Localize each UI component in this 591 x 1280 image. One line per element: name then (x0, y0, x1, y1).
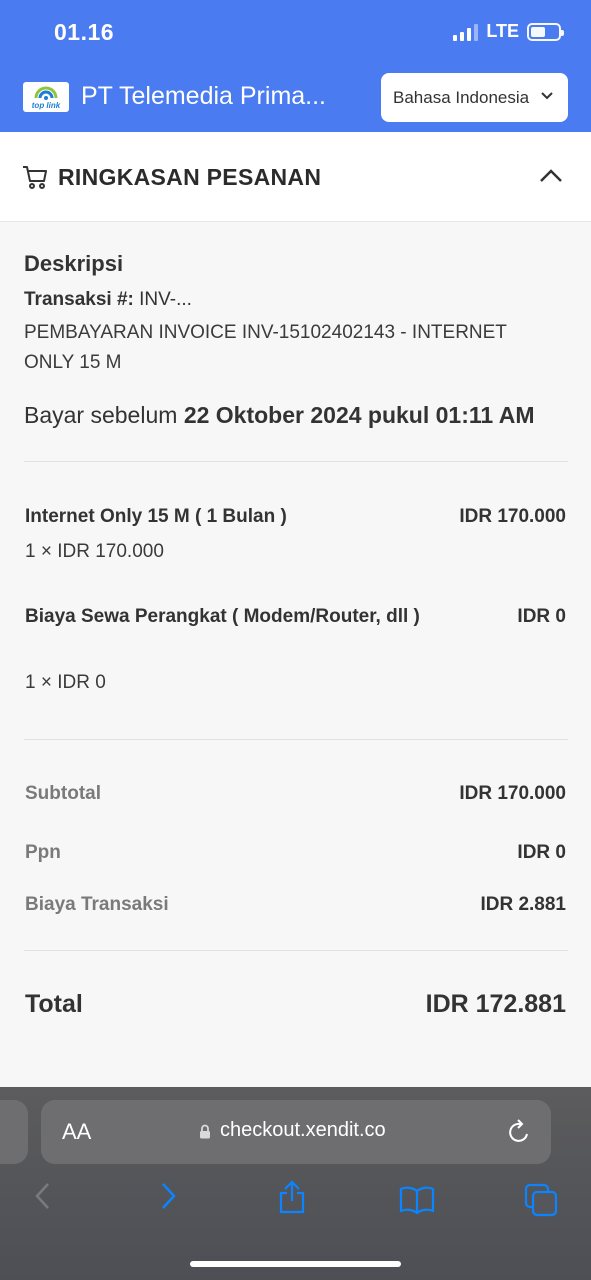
item-name: Internet Only 15 M ( 1 Bulan ) (25, 506, 287, 527)
language-select[interactable]: Bahasa Indonesia (381, 73, 568, 122)
logo-text: top link (31, 101, 61, 110)
divider (24, 950, 568, 951)
address-bar[interactable]: AA checkout.xendit.co (41, 1100, 551, 1164)
fee-value: IDR 2.881 (480, 894, 566, 915)
subtotal-label: Subtotal (25, 783, 101, 804)
ppn-value: IDR 0 (517, 842, 566, 863)
transaction-value: INV-... (133, 289, 192, 310)
invoice-text: PEMBAYARAN INVOICE INV-15102402143 - INT… (24, 322, 507, 373)
order-details: Deskripsi Transaksi #: INV-... PEMBAYARA… (0, 222, 591, 1064)
transaction-label: Transaksi #: (24, 289, 134, 310)
network-type: LTE (486, 21, 519, 41)
description-heading: Deskripsi (24, 251, 124, 276)
divider (24, 739, 568, 740)
item-quantity: 1 × IDR 0 (25, 672, 106, 693)
forward-icon[interactable] (161, 1182, 177, 1210)
status-bar: 01.16 LTE (0, 0, 591, 64)
url-text[interactable]: checkout.xendit.co (220, 1119, 386, 1142)
item-quantity: 1 × IDR 170.000 (25, 541, 164, 562)
cart-icon (23, 166, 47, 189)
back-icon[interactable] (34, 1182, 50, 1210)
fee-label: Biaya Transaksi (25, 894, 169, 915)
home-indicator (190, 1261, 401, 1267)
subtotal-value: IDR 170.000 (459, 783, 566, 804)
battery-icon (527, 22, 564, 41)
due-date-value: 22 Oktober 2024 pukul 01:11 AM (183, 402, 535, 428)
item-price: IDR 0 (517, 606, 566, 627)
divider (24, 461, 568, 462)
order-summary-title: RINGKASAN PESANAN (58, 164, 322, 190)
total-value: IDR 172.881 (425, 990, 566, 1018)
due-prefix: Bayar sebelum (24, 402, 184, 428)
transaction-number: Transaksi #: INV-... (24, 289, 192, 311)
share-icon[interactable] (278, 1180, 306, 1214)
signal-icon (453, 23, 479, 41)
language-label: Bahasa Indonesia (393, 87, 530, 107)
item-price: IDR 170.000 (459, 506, 566, 527)
previous-tab[interactable] (0, 1100, 28, 1164)
item-name: Biaya Sewa Perangkat ( Modem/Router, dll… (25, 606, 420, 627)
company-name: PT Telemedia Prima... (81, 82, 327, 110)
status-time: 01.16 (54, 19, 115, 45)
order-summary-toggle[interactable]: RINGKASAN PESANAN (0, 132, 591, 222)
bookmarks-icon[interactable] (399, 1186, 435, 1214)
due-date: Bayar sebelum 22 Oktober 2024 pukul 01:1… (24, 402, 535, 429)
tabs-icon[interactable] (524, 1183, 558, 1217)
ppn-label: Ppn (25, 842, 61, 863)
reload-icon[interactable] (507, 1119, 531, 1145)
total-label: Total (25, 990, 83, 1018)
chevron-down-icon (541, 92, 553, 100)
app-header: top link PT Telemedia Prima... Bahasa In… (0, 64, 591, 132)
chevron-up-icon[interactable] (540, 169, 562, 183)
company-logo: top link (23, 82, 69, 112)
lock-icon (200, 1124, 210, 1139)
browser-toolbar: AA checkout.xendit.co (0, 1087, 591, 1280)
text-size-button[interactable]: AA (62, 1119, 91, 1145)
